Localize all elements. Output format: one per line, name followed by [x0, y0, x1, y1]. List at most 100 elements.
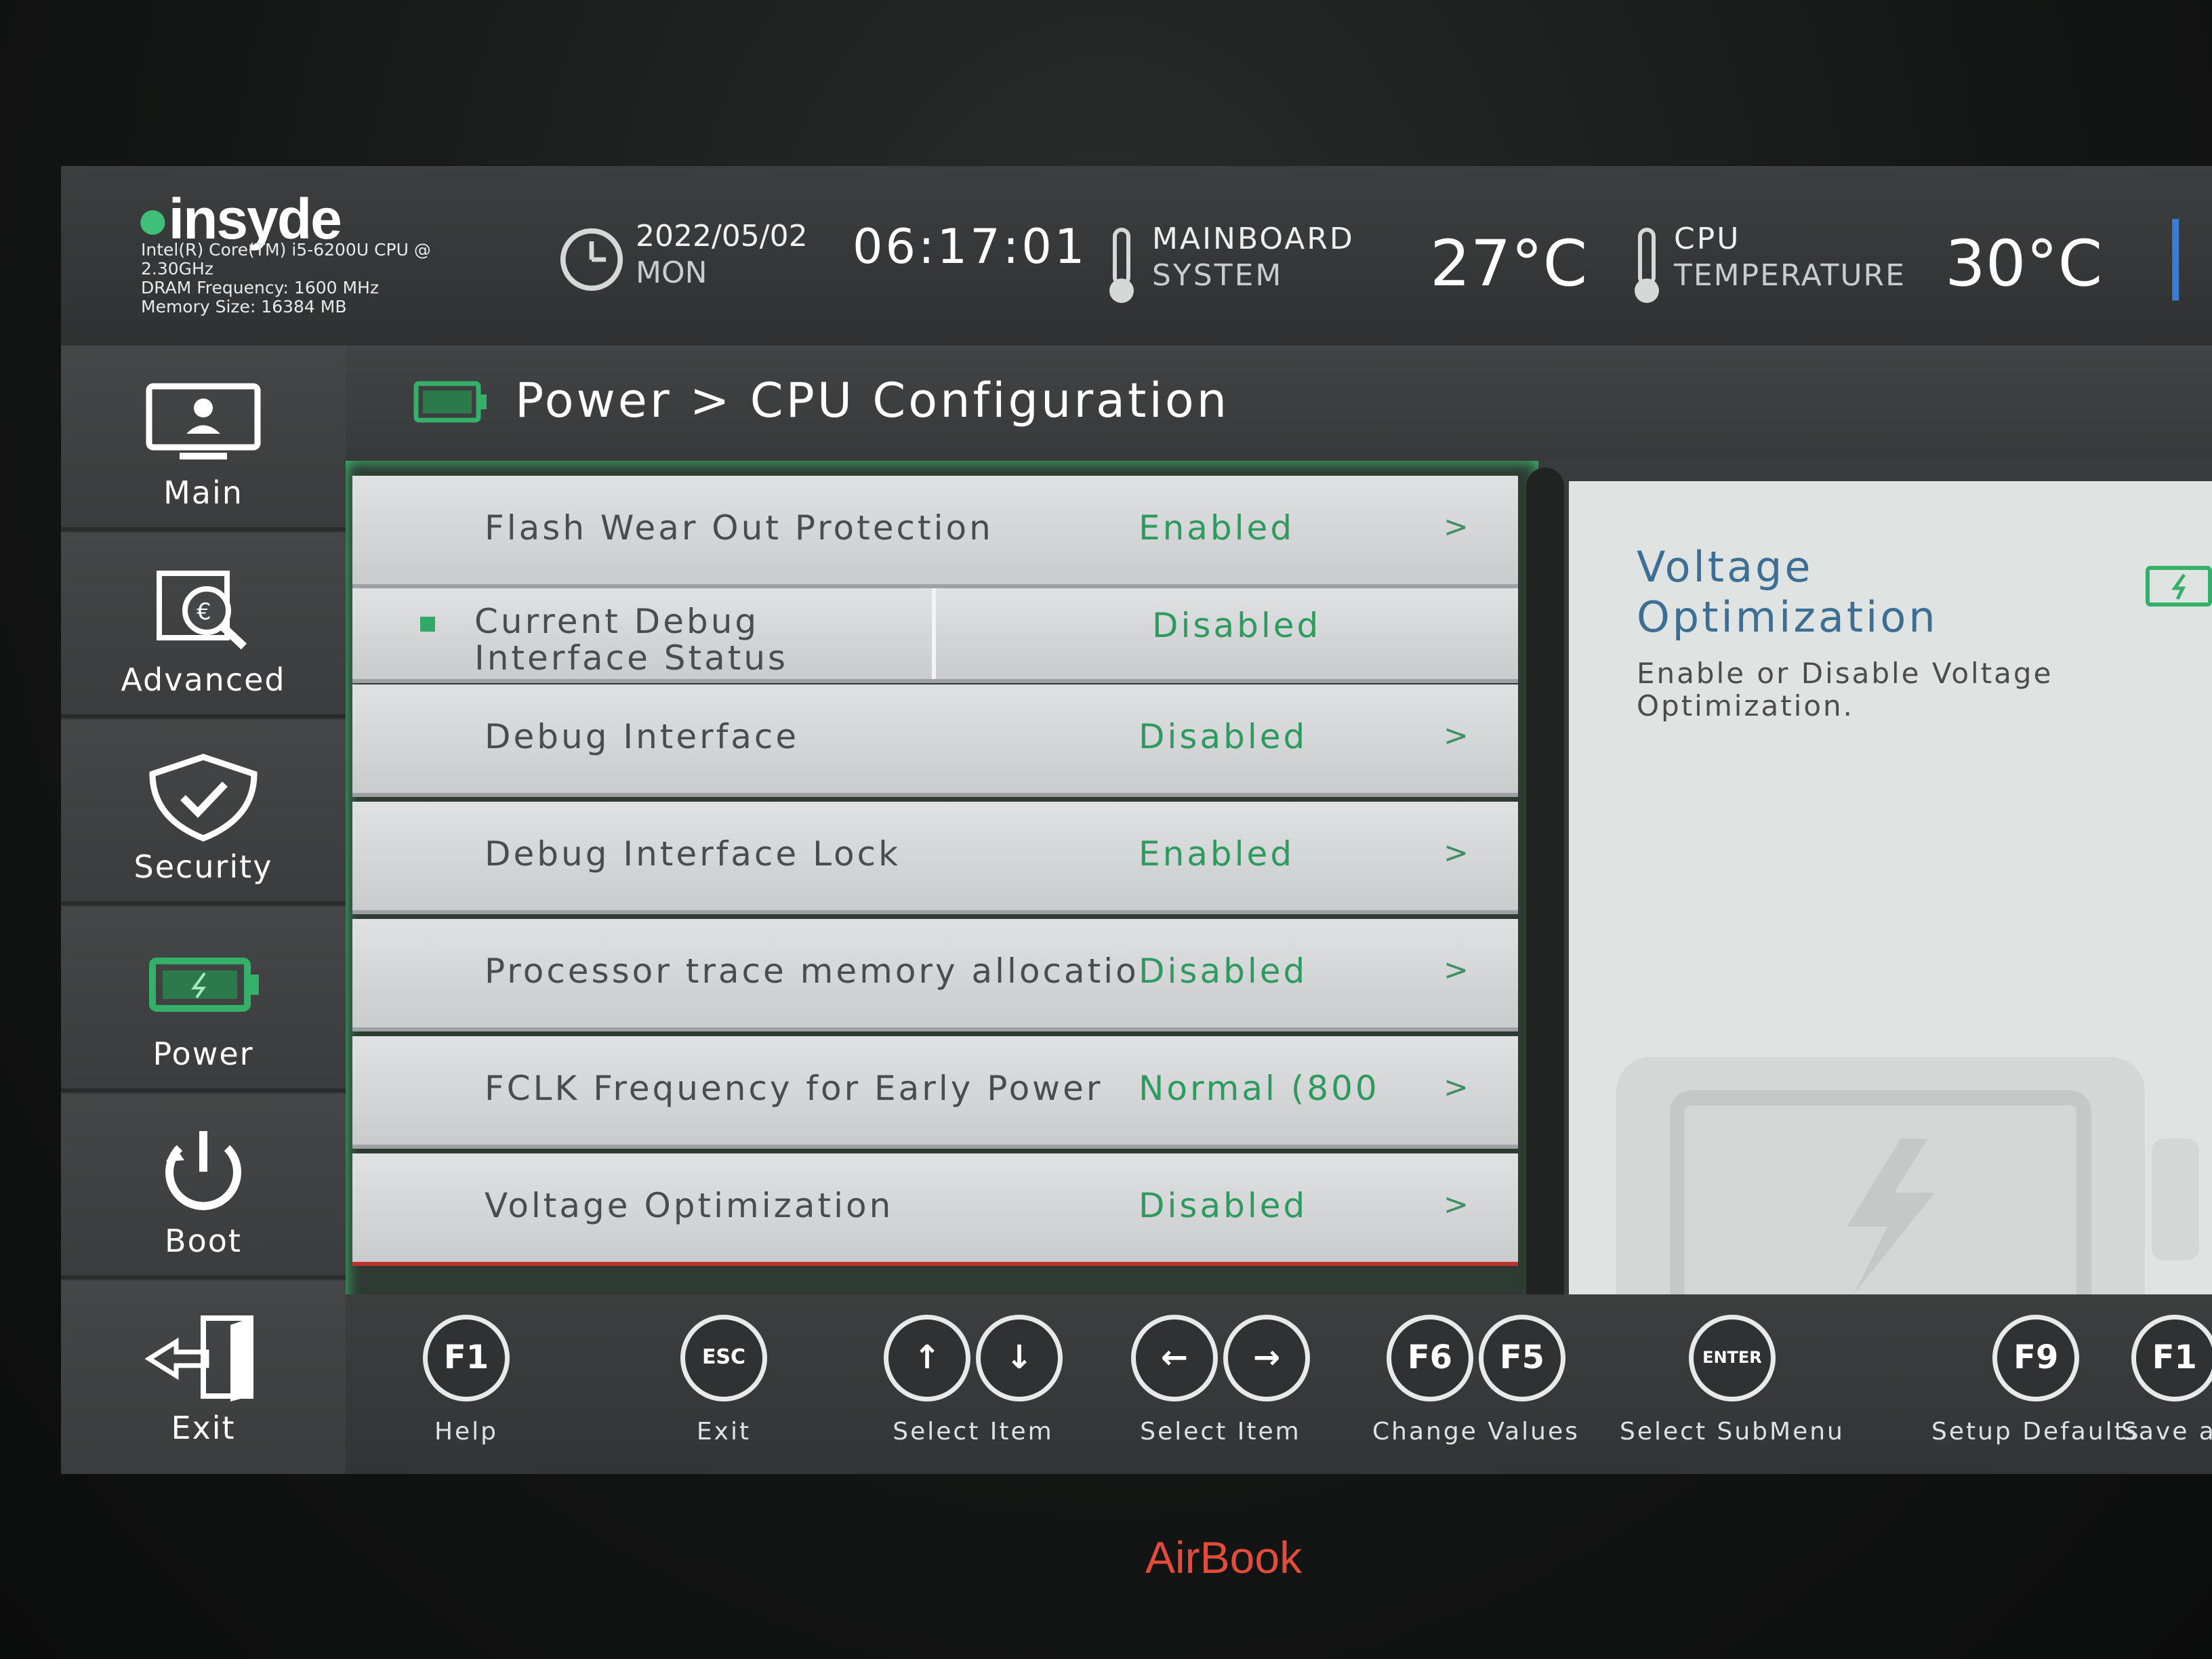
mainboard-temperature: 27°C — [1430, 227, 1588, 301]
exit-door-icon — [144, 1315, 253, 1401]
key-help[interactable]: F1 Help — [420, 1315, 512, 1446]
svg-text:€: € — [197, 598, 211, 626]
setting-name: Debug Interface Lock — [485, 834, 901, 874]
key-label: Select SubMenu — [1620, 1418, 1845, 1446]
key-change-values[interactable]: F6 F5 Change Values — [1372, 1315, 1580, 1446]
memory-size-line: Memory Size: 16384 MB — [141, 297, 347, 316]
key-select-item-horizontal[interactable]: ← → Select Item — [1128, 1315, 1313, 1446]
setting-value: Disabled — [1139, 717, 1308, 756]
enter-key-icon: ENTER — [1688, 1315, 1776, 1401]
key-label: Setup Defaults — [1931, 1418, 2141, 1446]
chevron-right-icon: > — [1443, 718, 1469, 753]
partial-logo-edge: | — [2162, 207, 2190, 301]
setting-name: Current Debug Interface Status — [474, 602, 789, 678]
help-description: Enable or Disable Voltage Optimization. — [1637, 657, 2053, 722]
setting-row-current-debug-interface-status: Current Debug Interface Status Disabled — [352, 588, 1518, 683]
shield-check-icon — [149, 754, 258, 842]
arrow-up-icon: ↑ — [884, 1315, 970, 1401]
cpu-label: CPU — [1674, 222, 1741, 256]
setting-row-debug-interface[interactable]: Debug Interface Disabled > — [352, 684, 1518, 797]
info-marker-icon — [420, 617, 435, 632]
monitor-user-icon — [146, 383, 261, 459]
sidebar-item-exit[interactable]: Exit — [61, 1281, 346, 1474]
setting-value: Enabled — [1139, 834, 1295, 874]
key-select-item-vertical[interactable]: ↑ ↓ Select Item — [881, 1315, 1065, 1446]
setting-row-fclk-frequency[interactable]: FCLK Frequency for Early Power Normal (8… — [352, 1036, 1518, 1149]
bios-screen: ●insyde Intel(R) Core(TM) i5-6200U CPU @… — [61, 166, 2212, 1474]
sidebar-item-security[interactable]: Security — [61, 720, 346, 905]
sidebar-item-power[interactable]: Power — [61, 907, 346, 1092]
cpu-info-line: Intel(R) Core(TM) i5-6200U CPU @ — [141, 240, 431, 260]
f1-key-icon: F1 — [423, 1315, 510, 1401]
breadcrumb: Power > CPU Configuration — [515, 373, 1230, 428]
sidebar-item-main[interactable]: Main — [61, 346, 346, 531]
time-display: 06:17:01 — [853, 219, 1088, 274]
f5-key-icon: F5 — [1478, 1315, 1565, 1401]
setting-value: Disabled — [1139, 1186, 1308, 1225]
page-title-bar: Power > CPU Configuration — [346, 346, 2212, 461]
battery-icon — [413, 381, 487, 423]
chevron-right-icon: > — [1443, 510, 1469, 544]
setting-name: Processor trace memory allocatio — [485, 951, 1139, 991]
sidebar-nav: Main € Advanced Security Power Boot Exit — [61, 346, 346, 1474]
key-exit[interactable]: ESC Exit — [678, 1315, 770, 1446]
sidebar-item-label: Exit — [171, 1410, 236, 1446]
scrollbar-track[interactable] — [1526, 468, 1564, 1369]
f6-key-icon: F6 — [1386, 1315, 1473, 1401]
thermometer-icon — [1109, 228, 1134, 303]
dram-frequency-line: DRAM Frequency: 1600 MHz — [141, 278, 379, 298]
chevron-right-icon: > — [1443, 953, 1469, 987]
cpu-sublabel: TEMPERATURE — [1674, 258, 1906, 293]
f9-key-icon: F9 — [1992, 1315, 2080, 1401]
setting-name: Debug Interface — [485, 717, 800, 756]
setting-value: Disabled — [1152, 606, 1322, 645]
sidebar-item-label: Security — [134, 848, 273, 885]
arrow-left-icon: ← — [1131, 1315, 1218, 1401]
esc-key-icon: ESC — [680, 1315, 767, 1401]
sidebar-item-label: Advanced — [121, 661, 286, 698]
setting-value: Disabled — [1139, 951, 1308, 991]
sidebar-item-advanced[interactable]: € Advanced — [61, 533, 346, 718]
setting-row-debug-interface-lock[interactable]: Debug Interface Lock Enabled > — [352, 802, 1518, 914]
power-icon — [165, 1131, 241, 1210]
key-label: Save ar — [2121, 1418, 2212, 1446]
airbook-brand-logo: AirBook — [1145, 1532, 1303, 1582]
f10-key-icon: F1 — [2131, 1315, 2212, 1401]
header-bar: ●insyde Intel(R) Core(TM) i5-6200U CPU @… — [61, 166, 2212, 346]
setting-value: Enabled — [1139, 508, 1295, 548]
setting-row-voltage-optimization[interactable]: Voltage Optimization Disabled > — [352, 1153, 1518, 1266]
column-divider — [932, 588, 936, 679]
key-setup-defaults[interactable]: F9 Setup Defaults — [1931, 1315, 2141, 1446]
sidebar-item-label: Boot — [165, 1223, 242, 1259]
key-label: Select Item — [893, 1418, 1054, 1446]
setting-value: Normal (800 — [1139, 1069, 1380, 1108]
thermometer-icon — [1635, 228, 1659, 303]
setting-row-processor-trace-memory[interactable]: Processor trace memory allocatio Disable… — [352, 919, 1518, 1031]
help-title: Voltage Optimization — [1637, 542, 1938, 642]
cpu-temperature: 30°C — [1945, 227, 2103, 301]
mainboard-label: MAINBOARD — [1152, 222, 1355, 256]
cpu-speed-line: 2.30GHz — [141, 259, 213, 279]
chevron-right-icon: > — [1443, 1070, 1469, 1105]
sidebar-item-label: Main — [163, 474, 243, 511]
key-select-submenu[interactable]: ENTER Select SubMenu — [1620, 1315, 1845, 1446]
key-label: Change Values — [1372, 1418, 1580, 1446]
key-legend-bar: F1 Help ESC Exit ↑ ↓ Select Item ← → Selec… — [346, 1294, 2212, 1474]
setting-row-flash-wear-out-protection[interactable]: Flash Wear Out Protection Enabled > — [352, 476, 1518, 588]
help-panel: Voltage Optimization Enable or Disable V… — [1569, 481, 2212, 1349]
setting-name: Flash Wear Out Protection — [485, 508, 994, 548]
setting-name: Voltage Optimization — [485, 1186, 894, 1225]
key-label: Exit — [696, 1418, 752, 1446]
date-display: 2022/05/02 — [636, 219, 808, 253]
mainboard-sublabel: SYSTEM — [1152, 258, 1284, 293]
arrow-down-icon: ↓ — [976, 1315, 1063, 1401]
chevron-right-icon: > — [1443, 836, 1469, 870]
battery-icon — [149, 958, 259, 1012]
system-info: Intel(R) Core(TM) i5-6200U CPU @ 2.30GHz… — [141, 241, 431, 316]
key-label: Select Item — [1140, 1418, 1301, 1446]
search-chip-icon: € — [157, 571, 247, 650]
sidebar-item-boot[interactable]: Boot — [61, 1094, 346, 1279]
key-save[interactable]: F1 Save ar — [2121, 1315, 2212, 1446]
setting-name: FCLK Frequency for Early Power — [485, 1069, 1103, 1108]
key-label: Help — [434, 1418, 499, 1446]
